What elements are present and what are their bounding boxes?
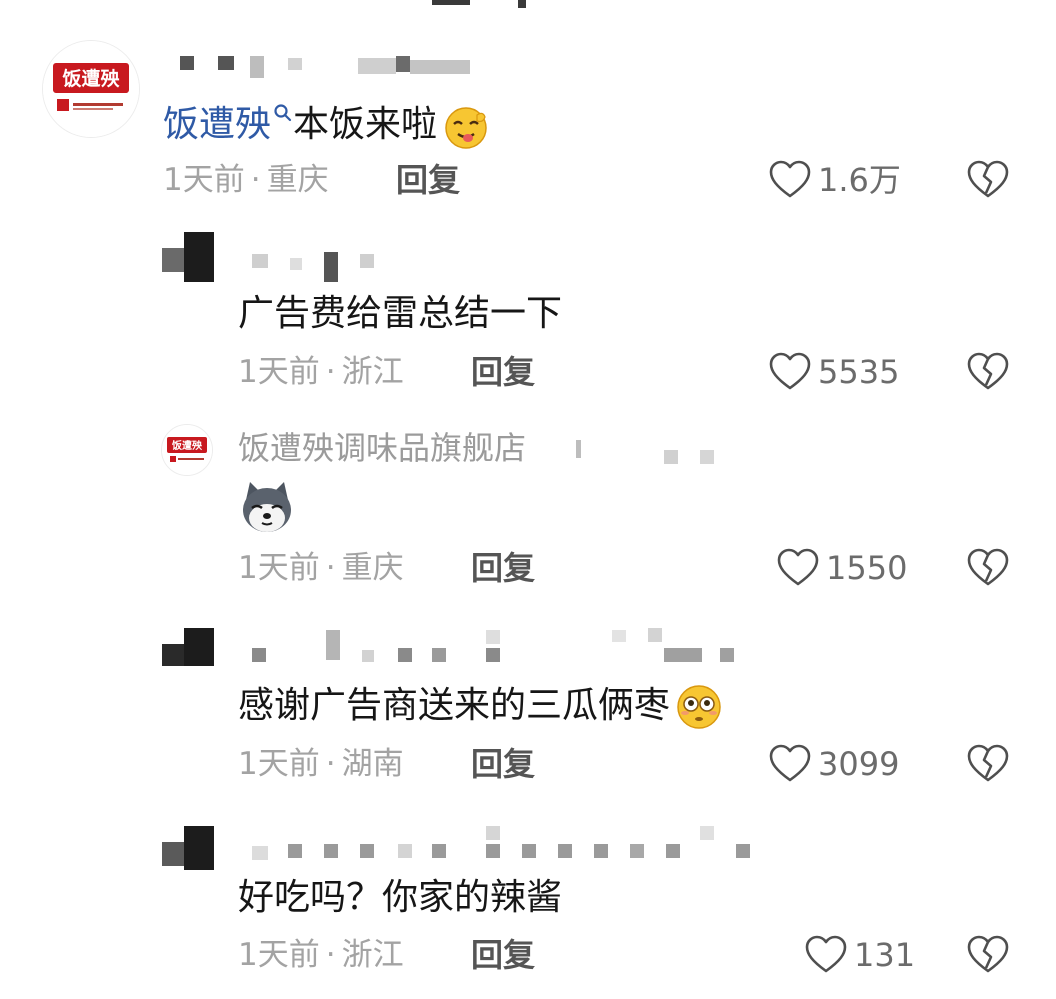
comment-meta: 1天前 · 浙江 [238,935,404,975]
heart-outline-icon [769,160,811,198]
like-button[interactable]: 1.6万 [768,160,901,200]
like-count: 1550 [826,549,908,587]
comment-meta: 1天前 · 重庆 [238,548,404,588]
comment-time: 1天前 [238,354,320,390]
dislike-button[interactable] [966,744,1010,784]
like-count: 1.6万 [818,161,901,199]
comment-location: 湖南 [341,746,404,782]
flushed-eyes-emoji-icon [674,682,724,732]
comment-location: 浙江 [341,937,404,973]
reply-button[interactable]: 回复 [471,352,535,392]
dislike-button[interactable] [966,548,1010,588]
reply-button[interactable]: 回复 [396,160,460,200]
dislike-button[interactable] [966,160,1010,200]
comment-location: 重庆 [341,550,404,586]
broken-heart-icon [967,160,1009,198]
brand-logo-icon: 饭遭殃 [43,41,139,137]
like-count: 3099 [818,745,900,783]
comment-time: 1天前 [238,550,320,586]
comment-meta: 1天前 · 湖南 [238,744,404,784]
like-button[interactable]: 131 [804,935,915,975]
comment-text: 饭遭殃 本饭来啦 [163,101,491,151]
comment-time: 1天前 [238,937,320,973]
meta-separator: · [325,937,336,973]
comment-text: 广告费给雷总结一下 [238,293,563,334]
username[interactable]: 饭遭殃调味品旗舰店 [238,428,526,468]
reply-button[interactable]: 回复 [471,935,535,975]
tongue-out-emoji-icon [441,101,491,151]
broken-heart-icon [967,935,1009,973]
dislike-button[interactable] [966,352,1010,392]
reply-button[interactable]: 回复 [471,548,535,588]
mention-link[interactable]: 饭遭殃 [163,104,271,145]
like-button[interactable]: 5535 [768,352,899,392]
comment-meta: 1天前 · 重庆 [163,160,329,200]
dislike-button[interactable] [966,935,1010,975]
comment-meta: 1天前 · 浙江 [238,352,404,392]
comment-text: 感谢广告商送来的三瓜俩枣 [238,682,724,732]
broken-heart-icon [967,744,1009,782]
like-count: 131 [854,936,916,974]
search-icon[interactable] [273,101,293,129]
heart-outline-icon [769,744,811,782]
brand-logo-icon: 饭遭殃 [162,425,212,475]
shiba-dog-emoji-icon [238,478,296,536]
meta-separator: · [325,746,336,782]
like-button[interactable]: 3099 [768,744,899,784]
comment-body: 感谢广告商送来的三瓜俩枣 [238,685,671,726]
meta-separator: · [325,354,336,390]
comment-time: 1天前 [238,746,320,782]
meta-separator: · [325,550,336,586]
comment-location: 重庆 [266,162,329,198]
heart-outline-icon [769,352,811,390]
meta-separator: · [250,162,261,198]
svg-text:饭遭殃: 饭遭殃 [61,67,119,90]
comment-location: 浙江 [341,354,404,390]
heart-outline-icon [777,548,819,586]
like-count: 5535 [818,353,900,391]
heart-outline-icon [805,935,847,973]
broken-heart-icon [967,352,1009,390]
comment-body: 本饭来啦 [293,104,438,145]
top-edge-fragment [430,0,530,8]
avatar[interactable]: 饭遭殃 [42,40,140,138]
reply-button[interactable]: 回复 [471,744,535,784]
comment-time: 1天前 [163,162,245,198]
avatar[interactable]: 饭遭殃 [161,424,213,476]
like-button[interactable]: 1550 [776,548,907,588]
svg-text:饭遭殃: 饭遭殃 [171,439,203,452]
broken-heart-icon [967,548,1009,586]
comment-text: 好吃吗？你家的辣酱 [238,877,563,918]
